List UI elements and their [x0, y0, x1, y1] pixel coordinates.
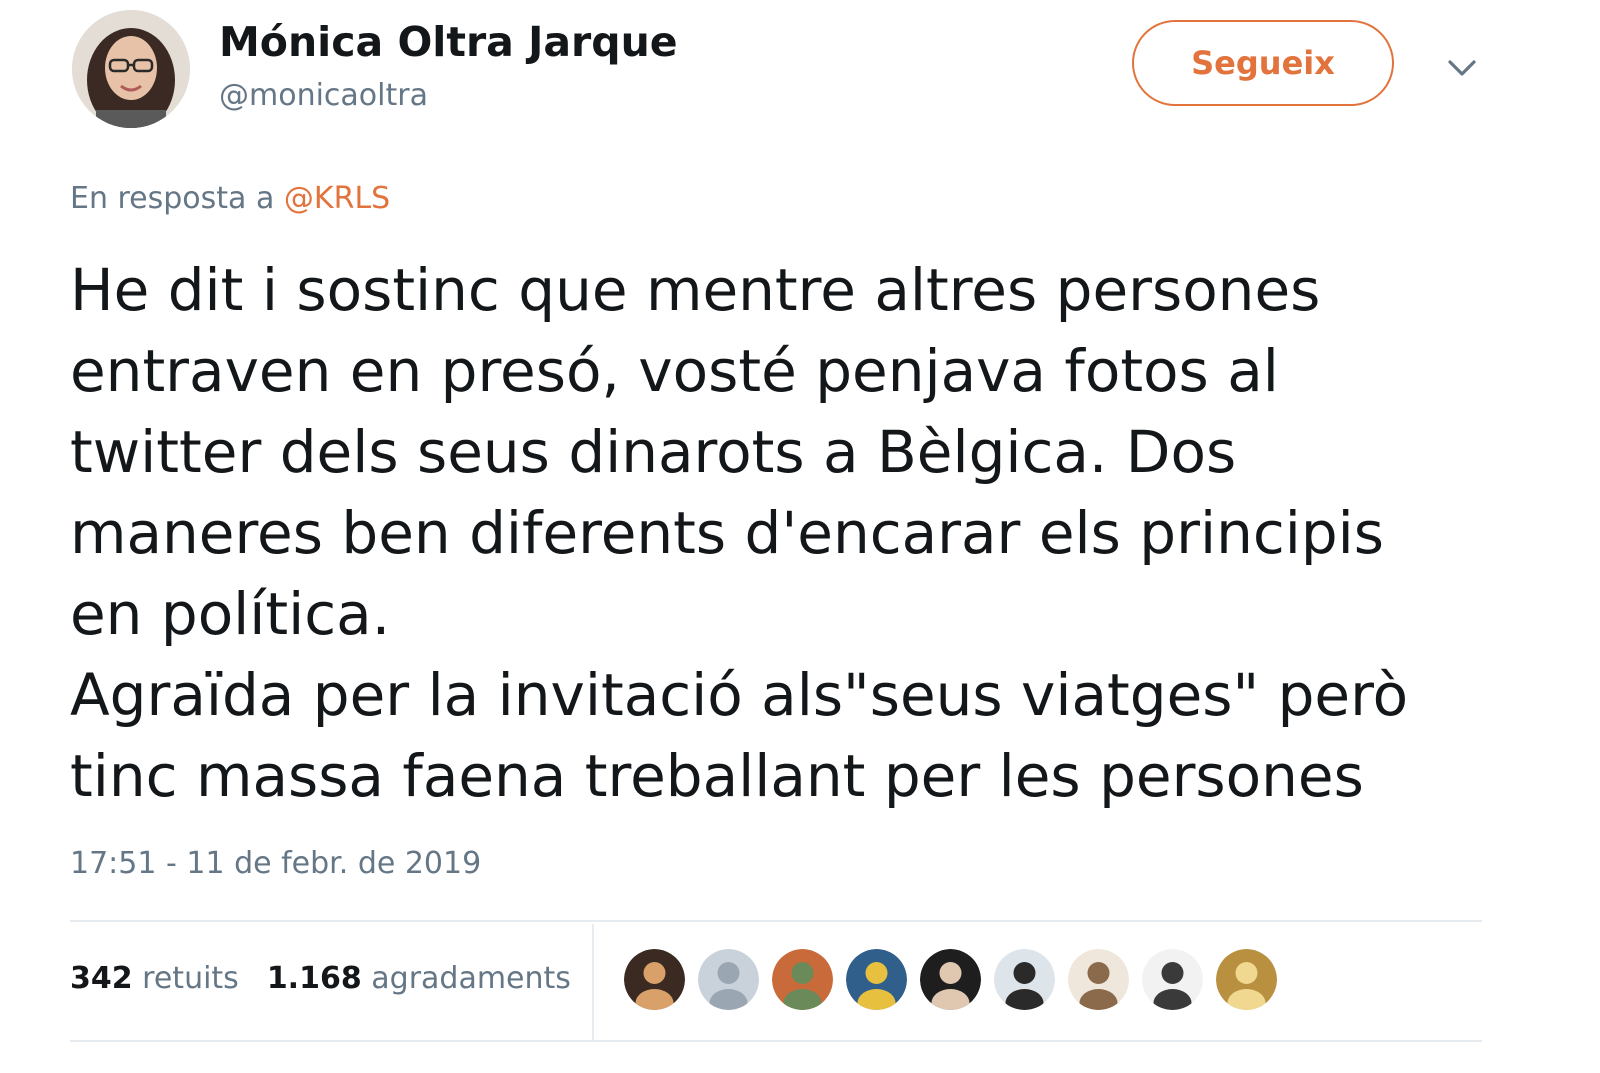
tweet-stats: 342 retuits 1.168 agradaments: [70, 958, 571, 1000]
tweet-line: entraven en presó, vosté penjava fotos a…: [70, 337, 1279, 405]
reply-mention-link[interactable]: @KRLS: [284, 181, 390, 216]
liker-avatar-9[interactable]: [1216, 949, 1277, 1010]
tweet-line: twitter dels seus dinarots a Bèlgica. Do…: [70, 418, 1237, 486]
follow-button[interactable]: Segueix: [1132, 20, 1394, 106]
tweet-line: en política.: [70, 580, 391, 648]
retweets-stat[interactable]: 342 retuits: [70, 958, 239, 1000]
liker-avatar-2[interactable]: [698, 949, 759, 1010]
liker-avatars: [624, 949, 1277, 1010]
stats-divider: [592, 924, 594, 1040]
liker-avatar-3[interactable]: [772, 949, 833, 1010]
author-handle[interactable]: @monicaoltra: [219, 76, 428, 116]
retweets-count: 342: [70, 961, 133, 996]
retweets-label: retuits: [142, 961, 239, 996]
divider: [70, 920, 1482, 922]
profile-photo-icon: [72, 10, 190, 128]
liker-avatar-7[interactable]: [1068, 949, 1129, 1010]
tweet-card: Mónica Oltra Jarque @monicaoltra Segueix…: [0, 0, 1600, 1073]
likes-stat[interactable]: 1.168 agradaments: [267, 958, 571, 1000]
tweet-line: Agraïda per la invitació als"seus viatge…: [70, 661, 1409, 729]
tweet-line: He dit i sostinc que mentre altres perso…: [70, 256, 1321, 324]
liker-avatar-4[interactable]: [846, 949, 907, 1010]
liker-avatar-8[interactable]: [1142, 949, 1203, 1010]
liker-avatar-5[interactable]: [920, 949, 981, 1010]
divider: [70, 1040, 1482, 1042]
tweet-timestamp[interactable]: 17:51 - 11 de febr. de 2019: [70, 844, 481, 884]
tweet-text: He dit i sostinc que mentre altres perso…: [70, 250, 1550, 817]
chevron-down-icon[interactable]: [1442, 48, 1482, 88]
liker-avatar-6[interactable]: [994, 949, 1055, 1010]
likes-count: 1.168: [266, 961, 362, 996]
tweet-line: tinc massa faena treballant per les pers…: [70, 742, 1364, 810]
reply-context: En resposta a @KRLS: [70, 178, 390, 220]
tweet-line: maneres ben diferents d'encarar els prin…: [70, 499, 1384, 567]
liker-avatar-1[interactable]: [624, 949, 685, 1010]
reply-prefix: En resposta a: [70, 181, 275, 216]
likes-label: agradaments: [371, 961, 571, 996]
author-avatar[interactable]: [72, 10, 190, 128]
author-name[interactable]: Mónica Oltra Jarque: [219, 16, 678, 68]
